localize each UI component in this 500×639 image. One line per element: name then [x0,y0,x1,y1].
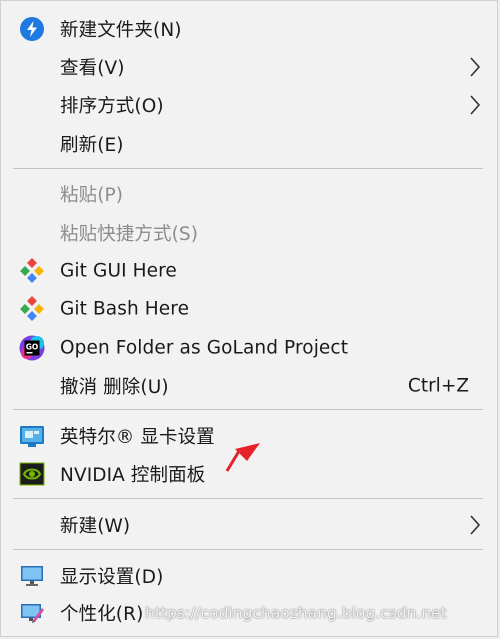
menu-item-display-settings[interactable]: 显示设置(D) [1,558,497,594]
shortcut-text: Ctrl+Z [407,375,469,397]
nvidia-icon [19,462,45,486]
context-menu: 新建文件夹(N) 查看(V) 排序方式(O) 刷新(E) 粘贴(P) 粘贴快捷方… [0,0,498,637]
menu-separator [13,168,483,169]
git-icon [20,296,44,321]
menu-item-label: Git GUI Here [60,260,177,282]
watermark-text: https://codingchaozhang.blog.csdn.net [145,604,447,622]
menu-separator [13,549,483,550]
menu-item-label: 排序方式(O) [60,96,164,117]
menu-item-label: 粘贴快捷方式(S) [60,224,199,245]
menu-item-paste-shortcut: 粘贴快捷方式(S) [1,215,497,251]
menu-item-new[interactable]: 新建(W) [1,507,497,543]
menu-item-git-gui[interactable]: Git GUI Here [1,253,497,289]
chevron-right-icon [470,95,481,115]
chevron-right-icon [470,57,481,77]
intel-graphics-icon [20,426,44,447]
menu-item-view[interactable]: 查看(V) [1,49,497,85]
menu-item-label: 新建(W) [60,516,131,537]
menu-separator [13,409,483,410]
menu-item-label: Git Bash Here [60,298,190,320]
menu-item-label: 查看(V) [60,58,125,79]
menu-item-refresh[interactable]: 刷新(E) [1,126,497,162]
menu-item-label: 粘贴(P) [60,185,124,206]
menu-item-paste: 粘贴(P) [1,176,497,212]
chevron-right-icon [470,515,481,535]
goland-icon: GO [19,335,45,361]
menu-item-undo-delete[interactable]: 撤消 删除(U) Ctrl+Z [1,368,497,404]
menu-item-label: Open Folder as GoLand Project [60,337,349,359]
menu-item-sort-by[interactable]: 排序方式(O) [1,87,497,123]
personalize-icon [21,604,44,623]
menu-item-label: 新建文件夹(N) [60,20,182,41]
menu-item-open-goland[interactable]: GO Open Folder as GoLand Project [1,330,497,366]
menu-item-label: 显示设置(D) [60,567,164,588]
menu-item-git-bash[interactable]: Git Bash Here [1,291,497,327]
display-settings-icon [21,566,43,586]
red-pointer-arrow-icon [225,443,260,472]
menu-separator [13,498,483,499]
menu-item-label: 英特尔® 显卡设置 [60,427,215,448]
menu-item-label: 刷新(E) [60,135,124,156]
menu-item-label: 撤消 删除(U) [60,377,169,398]
svg-text:GO: GO [26,343,39,352]
new-folder-icon [20,17,44,41]
menu-item-label: NVIDIA 控制面板 [60,465,206,486]
menu-item-new-folder[interactable]: 新建文件夹(N) [1,11,497,47]
menu-item-label: 个性化(R) [60,604,144,625]
git-icon [20,258,44,283]
